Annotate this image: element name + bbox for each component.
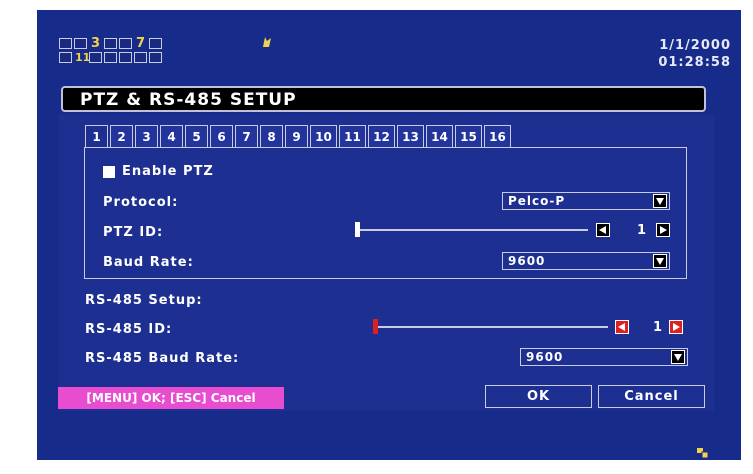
ptz-id-value: 1 (637, 223, 647, 238)
camera-indicator (104, 52, 117, 63)
multi-window-icon (697, 443, 709, 459)
camera-status-row-2: 11 (59, 52, 162, 63)
camera-indicator (149, 38, 162, 49)
tab-channel-4[interactable]: 4 (160, 125, 183, 148)
protocol-value: Pelco-P (508, 194, 566, 208)
ptz-id-label: PTZ ID: (103, 225, 164, 240)
date-display: 1/1/2000 (659, 38, 731, 53)
tab-channel-3[interactable]: 3 (135, 125, 158, 148)
enable-ptz-checkbox[interactable] (103, 166, 115, 178)
ptz-id-slider-track[interactable] (360, 229, 588, 231)
tab-channel-5[interactable]: 5 (185, 125, 208, 148)
tab-channel-6[interactable]: 6 (210, 125, 233, 148)
camera-indicator (119, 38, 132, 49)
ok-button[interactable]: OK (485, 385, 592, 408)
ptz-id-slider-thumb[interactable] (355, 222, 360, 237)
protocol-label: Protocol: (103, 195, 179, 210)
dvr-osd: 3 7 11 1/1/2000 01:28:58 PTZ & RS-485 SE… (0, 0, 753, 474)
camera-status-row-1: 3 7 (59, 36, 162, 51)
camera-indicator (149, 52, 162, 63)
dropdown-arrow-icon[interactable] (653, 254, 667, 268)
tab-channel-16[interactable]: 16 (484, 125, 511, 148)
camera-indicator-active: 3 (90, 36, 101, 51)
rs485-baud-rate-dropdown[interactable]: 9600 (520, 348, 688, 366)
camera-indicator (119, 52, 132, 63)
right-arrow-icon[interactable] (656, 223, 670, 237)
tab-channel-7[interactable]: 7 (235, 125, 258, 148)
rs485-id-slider-track[interactable] (376, 326, 608, 328)
camera-indicator-active: 11 (75, 51, 91, 64)
camera-indicator (74, 38, 87, 49)
camera-indicator (104, 38, 117, 49)
rs485-section-label: RS-485 Setup: (85, 293, 203, 308)
tab-channel-11[interactable]: 11 (339, 125, 366, 148)
rs485-baud-rate-label: RS-485 Baud Rate: (85, 351, 240, 366)
left-arrow-icon[interactable] (615, 320, 629, 334)
rs485-baud-rate-value: 9600 (526, 350, 564, 364)
baud-rate-value: 9600 (508, 254, 546, 268)
record-indicator-icon (261, 36, 273, 48)
baud-rate-label: Baud Rate: (103, 255, 194, 270)
left-arrow-icon[interactable] (596, 223, 610, 237)
protocol-dropdown[interactable]: Pelco-P (502, 192, 670, 210)
time-display: 01:28:58 (658, 55, 731, 70)
tab-channel-9[interactable]: 9 (285, 125, 308, 148)
rs485-id-label: RS-485 ID: (85, 322, 173, 337)
tab-channel-1[interactable]: 1 (85, 125, 108, 148)
rs485-id-slider-thumb[interactable] (373, 319, 378, 334)
key-hint: [MENU] OK; [ESC] Cancel (58, 387, 284, 409)
tab-channel-15[interactable]: 15 (455, 125, 482, 148)
camera-indicator-active: 7 (135, 36, 146, 51)
tab-channel-13[interactable]: 13 (397, 125, 424, 148)
dropdown-arrow-icon[interactable] (653, 194, 667, 208)
tab-channel-8[interactable]: 8 (260, 125, 283, 148)
camera-indicator (89, 52, 102, 63)
tab-channel-10[interactable]: 10 (310, 125, 337, 148)
dropdown-arrow-icon[interactable] (671, 350, 685, 364)
camera-indicator (59, 38, 72, 49)
dialog-title: PTZ & RS-485 SETUP (80, 90, 297, 110)
tab-channel-12[interactable]: 12 (368, 125, 395, 148)
cancel-button[interactable]: Cancel (598, 385, 705, 408)
camera-indicator (134, 52, 147, 63)
enable-ptz-label: Enable PTZ (122, 164, 214, 179)
rs485-id-value: 1 (653, 320, 663, 335)
tab-channel-14[interactable]: 14 (426, 125, 453, 148)
channel-tabs: 1 2 3 4 5 6 7 8 9 10 11 12 13 14 15 16 (85, 125, 513, 148)
tab-channel-2[interactable]: 2 (110, 125, 133, 148)
camera-indicator (59, 52, 72, 63)
baud-rate-dropdown[interactable]: 9600 (502, 252, 670, 270)
right-arrow-icon[interactable] (669, 320, 683, 334)
dialog-title-bar: PTZ & RS-485 SETUP (61, 86, 706, 112)
